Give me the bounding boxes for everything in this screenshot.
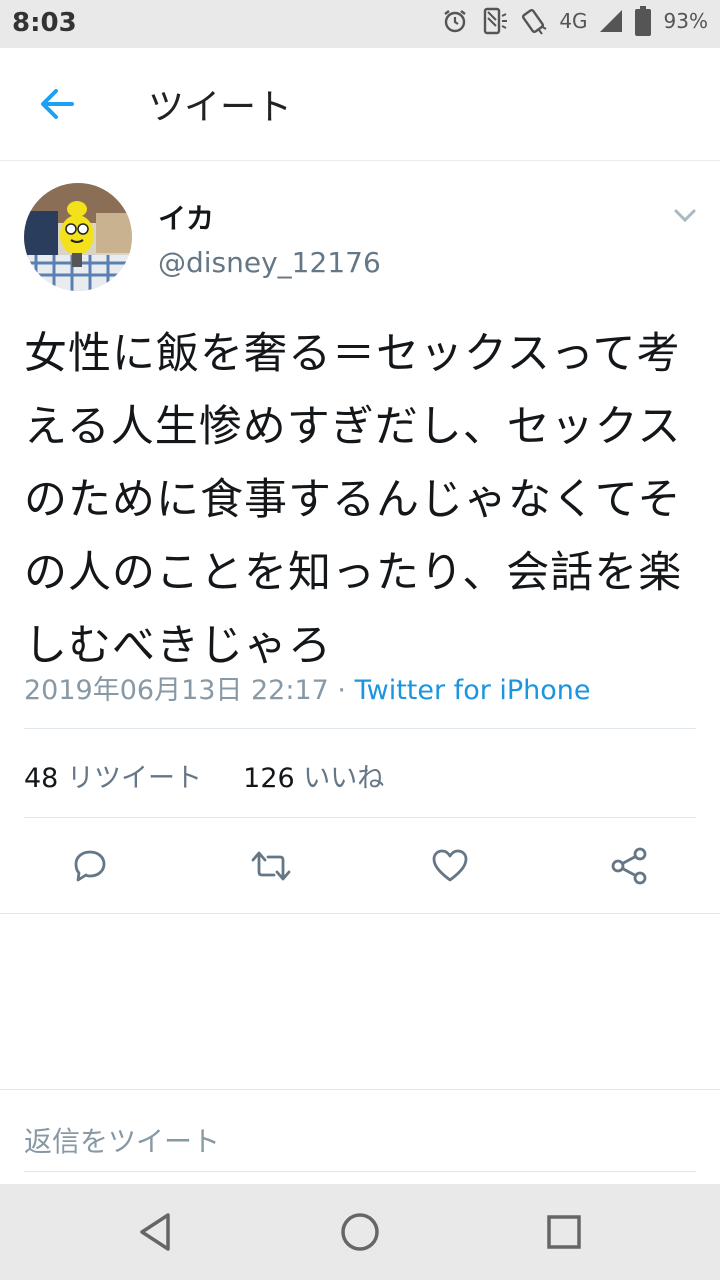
reply-input[interactable]: 返信をツイート <box>24 1120 220 1160</box>
avatar-image <box>24 183 132 291</box>
divider <box>0 913 720 914</box>
triangle-back-icon <box>140 1213 170 1251</box>
reply-input-underline <box>24 1171 696 1172</box>
chevron-down-icon <box>674 209 696 223</box>
retweet-stat[interactable]: 48 リツイート <box>24 763 202 794</box>
arrow-left-icon <box>41 89 74 119</box>
tweet-stats: 48 リツイート 126 いいね <box>24 756 384 795</box>
nav-home-button[interactable] <box>338 1210 382 1254</box>
status-icons: 4G 93% <box>441 6 708 36</box>
circle-home-icon <box>341 1213 379 1251</box>
tweet-text-line: の人のことを知ったり、会話を楽 <box>24 548 683 598</box>
tweet-text-line: える人生惨めすぎだし、セックス <box>24 402 682 452</box>
page-title: ツイート <box>148 87 293 128</box>
tweet-source-link[interactable]: Twitter for iPhone <box>355 675 591 706</box>
vibrate-icon <box>522 8 547 35</box>
back-button[interactable] <box>36 82 80 126</box>
divider <box>24 728 696 729</box>
display-name[interactable]: イカ <box>158 197 214 237</box>
reply-button[interactable] <box>70 846 110 886</box>
like-label: いいね <box>303 763 385 794</box>
tweet-text-line: 女性に飯を奢る＝セックスって考 <box>24 329 681 379</box>
top-bar: ツイート <box>0 48 720 161</box>
status-bar: 8:03 4G 93% <box>0 0 720 48</box>
battery-percent: 93% <box>663 9 708 33</box>
like-icon <box>432 849 468 882</box>
signal-icon <box>599 10 622 32</box>
retweet-label: リツイート <box>66 763 202 794</box>
square-recents-icon <box>547 1215 581 1249</box>
battery-icon <box>634 6 651 36</box>
retweet-button[interactable] <box>249 846 291 886</box>
retweet-count: 48 <box>24 763 59 794</box>
like-count: 126 <box>243 763 295 794</box>
reply-icon <box>74 850 106 882</box>
network-type: 4G <box>559 9 588 33</box>
share-button[interactable] <box>609 846 649 886</box>
user-handle[interactable]: @disney_12176 <box>158 246 381 279</box>
alarm-icon <box>444 10 467 33</box>
nav-recents-button[interactable] <box>542 1210 586 1254</box>
tweet-meta: 2019年06月13日 22:17 · Twitter for iPhone <box>24 668 591 707</box>
retweet-icon <box>251 851 291 881</box>
divider <box>24 817 696 818</box>
tweet-text-line: のために食事するんじゃなくてそ <box>24 475 682 525</box>
divider <box>0 1089 720 1090</box>
tweet-text: 女性に飯を奢る＝セックスって考 える人生惨めすぎだし、セックス のために食事する… <box>24 318 696 683</box>
status-time: 8:03 <box>12 8 77 38</box>
share-icon <box>611 847 647 885</box>
like-stat[interactable]: 126 いいね <box>243 763 384 794</box>
screen-rotation-icon <box>484 7 508 35</box>
tweet-timestamp: 2019年06月13日 22:17 <box>24 675 329 706</box>
nav-back-button[interactable] <box>134 1210 178 1254</box>
system-nav-bar <box>0 1184 720 1280</box>
meta-separator: · <box>337 675 347 706</box>
avatar[interactable] <box>24 183 132 291</box>
like-button[interactable] <box>430 846 470 886</box>
tweet-menu-button[interactable] <box>672 202 698 228</box>
